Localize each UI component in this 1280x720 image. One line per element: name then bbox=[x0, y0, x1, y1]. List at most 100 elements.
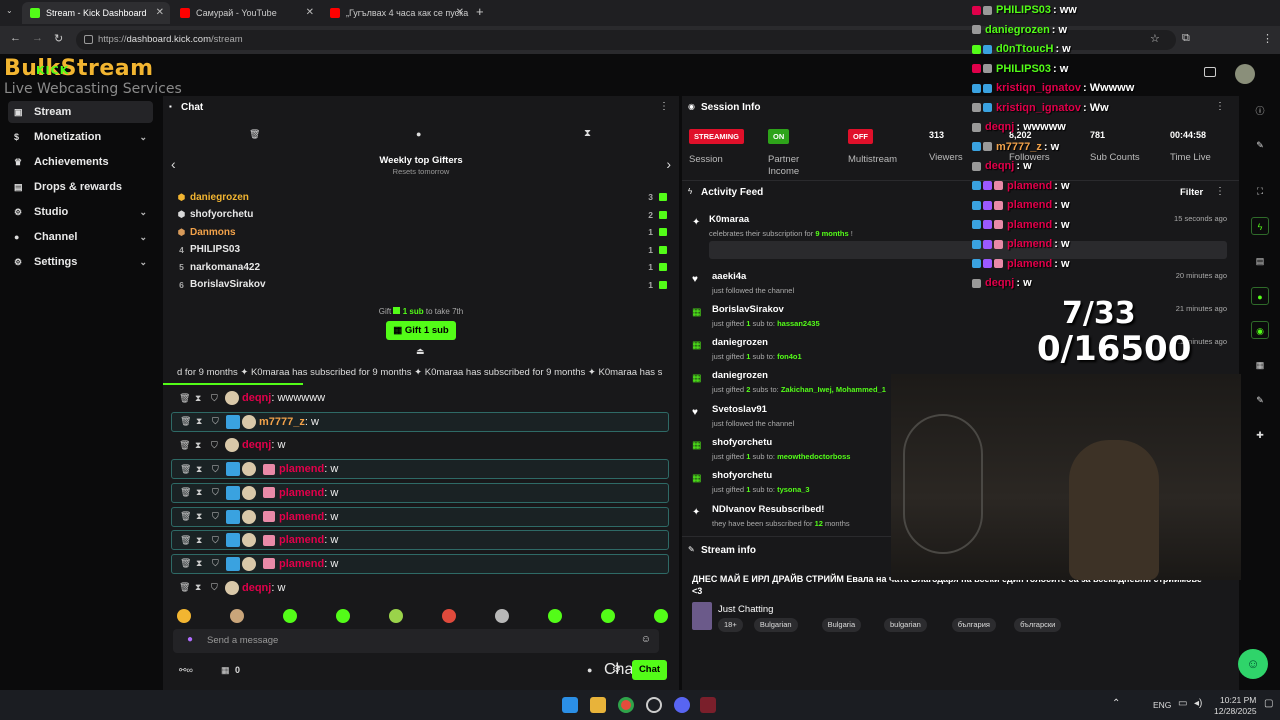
emote-icon[interactable] bbox=[495, 609, 509, 623]
chat-message[interactable]: 🗑 ⧗ ⛉ plamend: w bbox=[171, 553, 669, 574]
chat-username[interactable]: plamend bbox=[279, 511, 324, 523]
file-explorer-icon[interactable] bbox=[590, 697, 606, 713]
puzzle-icon[interactable]: ✚ bbox=[1251, 426, 1269, 444]
lightning-icon[interactable]: ϟ bbox=[1251, 217, 1269, 235]
sidebar-item-achievements[interactable]: ♛ Achievements bbox=[8, 151, 153, 173]
delete-icon[interactable]: 🗑 bbox=[179, 582, 193, 593]
delete-icon[interactable]: 🗑 bbox=[180, 558, 194, 569]
chat-username[interactable]: plamend bbox=[279, 463, 324, 475]
delete-icon[interactable]: 🗑 bbox=[179, 393, 193, 404]
forward-arrow-icon[interactable]: → bbox=[32, 32, 43, 44]
partner-income-badge[interactable]: ON bbox=[768, 129, 790, 144]
chat-message[interactable]: 🗑 ⧗ ⛉ plamend: w bbox=[171, 459, 669, 480]
bookmark-star-icon[interactable]: ☆ bbox=[1150, 32, 1160, 45]
trash-icon[interactable]: 🗑 bbox=[249, 129, 260, 140]
site-info-icon[interactable] bbox=[84, 35, 93, 44]
emoji-icon[interactable]: ☺ bbox=[641, 634, 651, 645]
feed-username[interactable]: shofyorchetu bbox=[712, 470, 772, 481]
chat-username[interactable]: plamend bbox=[279, 558, 324, 570]
filter-button[interactable]: Filter bbox=[1180, 187, 1203, 198]
avatar[interactable] bbox=[1235, 64, 1255, 84]
sidebar-item-stream[interactable]: ▣ Stream bbox=[8, 101, 153, 123]
message-input[interactable]: ● Send a message ☺ bbox=[173, 629, 659, 653]
broadcast-icon[interactable]: ◉ bbox=[1251, 321, 1269, 339]
close-tab-icon[interactable]: ✕ bbox=[306, 7, 314, 18]
stream-tag[interactable]: българия bbox=[951, 618, 996, 632]
feed-username[interactable]: K0maraa bbox=[709, 214, 749, 225]
chat-message[interactable]: 🗑 ⧗ ⛉ deqnj: w bbox=[171, 435, 669, 455]
delete-icon[interactable]: 🗑 bbox=[180, 464, 194, 475]
chat-button[interactable]: Chat bbox=[632, 660, 667, 680]
reload-icon[interactable]: ↻ bbox=[54, 32, 63, 45]
stream-tag[interactable]: български bbox=[1014, 618, 1062, 632]
feed-username[interactable]: NDIvanov Resubscribed! bbox=[712, 504, 824, 515]
tab-list-button[interactable]: ⌄ bbox=[6, 6, 13, 15]
stream-tag[interactable]: Bulgarian bbox=[753, 618, 798, 632]
chat-message[interactable]: 🗑 ⧗ ⛉ plamend: w bbox=[171, 530, 669, 551]
chat-bubble-icon[interactable]: ● bbox=[416, 129, 421, 139]
feed-detail-target[interactable]: tysona_3 bbox=[777, 485, 810, 494]
sidebar-item-channel[interactable]: ● Channel ⌄ bbox=[8, 226, 153, 248]
gifter-row[interactable]: ⬢ shofyorchetu 2 bbox=[175, 207, 667, 223]
expand-icon[interactable]: ⛶ bbox=[1251, 182, 1269, 200]
chat-message[interactable]: 🗑 ⧗ ⛉ deqnj: w bbox=[171, 578, 669, 598]
chat-message[interactable]: 🗑 ⧗ ⛉ plamend: w bbox=[171, 482, 669, 503]
delete-icon[interactable]: 🗑 bbox=[180, 487, 194, 498]
chat-username[interactable]: plamend bbox=[279, 487, 324, 499]
multistream-badge[interactable]: OFF bbox=[848, 129, 873, 144]
network-icon[interactable]: ▭ bbox=[1178, 698, 1187, 709]
gifter-row[interactable]: 4 PHILIPS03 1 bbox=[175, 242, 667, 258]
sidebar-item-monetization[interactable]: $ Monetization ⌄ bbox=[8, 126, 153, 148]
ban-icon[interactable]: ⛉ bbox=[211, 393, 225, 404]
delete-icon[interactable]: 🗑 bbox=[180, 535, 194, 546]
chat-username[interactable]: plamend bbox=[279, 534, 324, 546]
volume-icon[interactable]: ◂) bbox=[1194, 698, 1202, 709]
chat-options-icon[interactable]: ⋮ bbox=[659, 101, 669, 112]
feed-detail-target[interactable]: hassan2435 bbox=[777, 319, 820, 328]
feed-detail-target[interactable]: meowthedoctorboss bbox=[777, 452, 850, 461]
gifter-row[interactable]: 6 BorislavSirakov 1 bbox=[175, 277, 667, 293]
chat-bubble-icon[interactable]: ● bbox=[1251, 287, 1269, 305]
edit-icon[interactable]: ✎ bbox=[1251, 136, 1269, 154]
ban-icon[interactable]: ⛉ bbox=[212, 487, 226, 498]
feed-username[interactable]: daniegrozen bbox=[712, 337, 768, 348]
feed-detail-target[interactable]: Zakichan_Iwej, Mohammed_1 bbox=[781, 385, 886, 394]
activity-options-icon[interactable]: ⋮ bbox=[1215, 186, 1225, 197]
emote-icon[interactable] bbox=[230, 609, 244, 623]
chat-message[interactable]: 🗑 ⧗ ⛉ plamend: w bbox=[171, 506, 669, 527]
timeout-icon[interactable]: ⧗ bbox=[196, 511, 210, 522]
feed-username[interactable]: aaeki4a bbox=[712, 271, 746, 282]
delete-icon[interactable]: 🗑 bbox=[180, 416, 194, 427]
language-indicator[interactable]: ENG bbox=[1153, 700, 1171, 710]
emote-icon[interactable] bbox=[336, 609, 350, 623]
emote-icon[interactable] bbox=[283, 609, 297, 623]
feed-username[interactable]: Svetoslav91 bbox=[712, 404, 767, 415]
chat-bubble-icon[interactable]: ● bbox=[587, 665, 592, 675]
new-tab-button[interactable]: + bbox=[476, 4, 484, 19]
chat-username[interactable]: deqnj bbox=[242, 392, 271, 404]
tab-kick-dashboard[interactable]: Stream - Kick Dashboard ✕ bbox=[22, 2, 170, 24]
chat-username[interactable]: deqnj bbox=[242, 582, 271, 594]
stream-tag[interactable]: bulgarian bbox=[884, 618, 927, 632]
eject-icon[interactable]: ⏏ bbox=[416, 346, 425, 357]
feed-detail-target[interactable]: fon4o1 bbox=[777, 352, 802, 361]
timeout-icon[interactable]: ⧗ bbox=[195, 393, 209, 404]
menu-icon[interactable]: ⋮ bbox=[1262, 32, 1273, 45]
emote-icon[interactable] bbox=[601, 609, 615, 623]
category-name[interactable]: Just Chatting bbox=[718, 604, 773, 615]
timeout-icon[interactable]: ⧗ bbox=[196, 416, 210, 427]
emote-icon[interactable] bbox=[654, 609, 668, 623]
sidebar-item-studio[interactable]: ⚙ Studio ⌄ bbox=[8, 201, 153, 223]
gifter-row[interactable]: 5 narkomana422 1 bbox=[175, 259, 667, 275]
stream-tag[interactable]: Bulgaria bbox=[821, 618, 862, 632]
camera-icon[interactable] bbox=[1204, 67, 1216, 77]
clock-time[interactable]: 10:21 PM bbox=[1220, 695, 1256, 705]
ban-icon[interactable]: ⛉ bbox=[212, 416, 226, 427]
chat-message[interactable]: 🗑 ⧗ ⛉ deqnj: wwwwww bbox=[171, 388, 669, 408]
sidebar-item-drops[interactable]: ▤ Drops & rewards bbox=[8, 176, 153, 198]
windows-start-icon[interactable] bbox=[562, 697, 578, 713]
back-arrow-icon[interactable]: ← bbox=[10, 32, 21, 44]
timeout-icon[interactable]: ⧗ bbox=[195, 440, 209, 451]
ban-icon[interactable]: ⛉ bbox=[212, 464, 226, 475]
timeout-icon[interactable]: ⧗ bbox=[196, 464, 210, 475]
